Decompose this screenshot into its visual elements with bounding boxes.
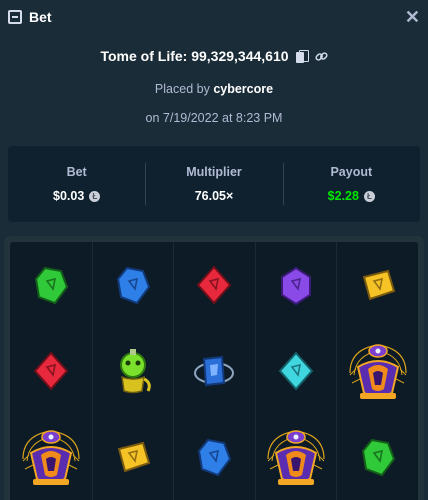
reel-3	[173, 242, 255, 500]
bet-date: on 7/19/2022 at 8:23 PM	[145, 111, 283, 125]
potion-symbol-icon	[93, 328, 174, 414]
placed-by-user[interactable]: cybercore	[213, 82, 273, 96]
green-gem-icon	[337, 414, 418, 500]
yellow-gem-icon	[93, 414, 174, 500]
reel-5	[336, 242, 418, 500]
game-id-text: Tome of Life: 99,329,344,610	[100, 48, 289, 64]
yellow-gem-icon	[337, 242, 418, 328]
stat-payout-value: $2.28	[327, 189, 359, 203]
green-gem-icon	[10, 242, 92, 328]
stat-bet-label: Bet	[66, 165, 87, 179]
reel-2	[91, 242, 174, 500]
litecoin-icon: Ł	[89, 190, 101, 202]
slot-board	[4, 236, 424, 500]
blue-gem-icon	[174, 414, 255, 500]
stat-bet-value-row: $0.03 Ł	[53, 189, 101, 203]
stat-bet: Bet $0.03 Ł	[8, 146, 145, 222]
modal-title: Bet	[29, 9, 52, 25]
purple-gem-icon	[256, 242, 337, 328]
ticket-icon	[8, 10, 22, 24]
close-icon[interactable]: ✕	[405, 7, 420, 28]
stat-payout-value-row: $2.28 Ł	[328, 189, 375, 203]
stat-payout-label: Payout	[330, 165, 373, 179]
bet-stats-panel: Bet $0.03 Ł Multiplier 76.05× Payout $2.…	[8, 146, 420, 222]
reel-4	[254, 242, 337, 500]
stat-payout: Payout $2.28 Ł	[282, 146, 420, 222]
red-gem-icon	[174, 242, 255, 328]
game-id-line: Tome of Life: 99,329,344,610	[0, 48, 428, 64]
copy-icon[interactable]	[295, 49, 309, 63]
blue-gem-icon	[93, 242, 174, 328]
reel-1	[10, 242, 92, 500]
scarab-wild-icon	[256, 414, 337, 500]
placed-by: Placed by cybercore	[0, 82, 428, 96]
stat-multiplier: Multiplier 76.05×	[145, 146, 282, 222]
scarab-wild-icon	[337, 328, 418, 414]
placed-by-label: Placed by	[154, 82, 210, 96]
slot-grid	[10, 242, 418, 500]
litecoin-icon: Ł	[363, 190, 375, 202]
teal-gem-icon	[256, 328, 337, 414]
link-icon[interactable]	[314, 50, 328, 63]
blue-orb-symbol-icon	[174, 328, 255, 414]
modal-header: Bet ✕	[0, 0, 428, 34]
scarab-wild-icon	[10, 414, 92, 500]
stat-multiplier-label: Multiplier	[186, 165, 242, 179]
stat-bet-value: $0.03	[53, 189, 85, 203]
stat-multiplier-value: 76.05×	[194, 189, 234, 203]
red-gem-icon	[10, 328, 92, 414]
